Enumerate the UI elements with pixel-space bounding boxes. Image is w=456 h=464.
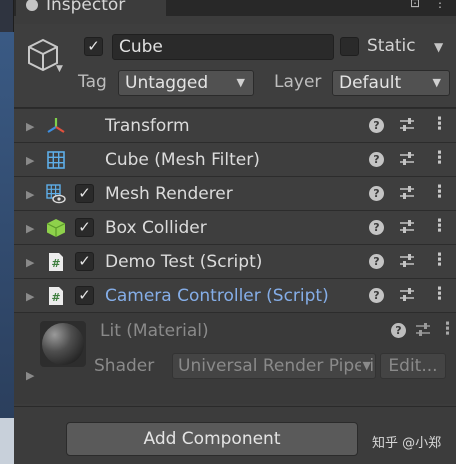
info-icon <box>26 0 38 11</box>
component-box-collider[interactable]: ▶ ✓ Box Collider ? ⋮ <box>14 210 456 244</box>
help-icon[interactable]: ? <box>369 186 384 201</box>
shader-value: Universal Render Pipeline/Lit <box>178 356 375 376</box>
preset-sliders-icon[interactable] <box>398 286 416 304</box>
active-checkbox[interactable]: ✓ <box>84 37 103 56</box>
tag-dropdown[interactable]: Untagged ▼ <box>118 70 254 96</box>
preset-sliders-icon[interactable] <box>398 252 416 270</box>
static-checkbox[interactable] <box>340 37 359 56</box>
chevron-down-icon: ▼ <box>236 76 245 89</box>
tab-tools: ⊡ ⋮ <box>410 0 456 10</box>
mesh-renderer-icon <box>46 184 66 204</box>
help-icon[interactable]: ? <box>369 288 384 303</box>
help-icon[interactable]: ? <box>391 323 406 338</box>
layer-dropdown[interactable]: Default ▼ <box>332 70 450 96</box>
gameobject-header: ▼ ✓ Cube Static ▼ Tag Untagged ▼ Layer D… <box>14 24 456 108</box>
fold-arrow-icon[interactable]: ▶ <box>26 256 34 269</box>
fold-arrow-icon[interactable]: ▶ <box>26 290 34 303</box>
static-label: Static <box>367 36 416 56</box>
shader-dropdown[interactable]: Universal Render Pipeline/Lit ▼ <box>172 353 376 379</box>
fold-arrow-icon[interactable]: ▶ <box>26 369 34 382</box>
layer-label: Layer <box>274 72 322 92</box>
scene-view-light <box>0 418 14 464</box>
component-label: Camera Controller (Script) <box>105 286 329 306</box>
watermark: 知乎 @小郑 <box>372 436 442 451</box>
inspector-panel: Inspector ⊡ ⋮ ▼ ✓ Cube Static ▼ Tag Unta… <box>14 0 456 464</box>
component-enabled-checkbox[interactable]: ✓ <box>75 218 94 237</box>
scene-view-blue <box>0 32 14 418</box>
gameobject-name-input[interactable]: Cube <box>112 34 334 60</box>
component-demo-test[interactable]: ▶ # ✓ Demo Test (Script) ? ⋮ <box>14 244 456 278</box>
preset-sliders-icon[interactable] <box>398 184 416 202</box>
transform-icon <box>47 118 65 133</box>
fold-arrow-icon[interactable]: ▶ <box>26 188 34 201</box>
preset-sliders-icon[interactable] <box>398 218 416 236</box>
component-label: Cube (Mesh Filter) <box>105 150 260 170</box>
chevron-down-icon: ▼ <box>360 354 371 378</box>
fold-arrow-icon[interactable]: ▶ <box>26 222 34 235</box>
component-enabled-checkbox[interactable]: ✓ <box>75 286 94 305</box>
icon-dropdown-icon[interactable]: ▼ <box>56 64 63 74</box>
context-menu-icon[interactable]: ⋮ <box>431 250 448 270</box>
help-icon[interactable]: ? <box>369 254 384 269</box>
context-menu-icon[interactable]: ⋮ <box>431 148 448 168</box>
script-icon: # <box>49 253 63 271</box>
tab-label: Inspector <box>46 0 126 15</box>
component-transform[interactable]: ▶ Transform ? ⋮ <box>14 108 456 142</box>
component-enabled-checkbox[interactable]: ✓ <box>75 252 94 271</box>
svg-text:#: # <box>51 291 60 304</box>
help-icon[interactable]: ? <box>369 118 384 133</box>
component-label: Demo Test (Script) <box>105 252 263 272</box>
add-component-button[interactable]: Add Component <box>66 422 358 456</box>
component-label: Transform <box>105 116 190 136</box>
component-enabled-checkbox[interactable]: ✓ <box>75 184 94 203</box>
shader-edit-button[interactable]: Edit... <box>380 353 446 379</box>
script-icon: # <box>49 287 63 305</box>
context-menu-icon[interactable]: ⋮ <box>431 284 448 304</box>
fold-arrow-icon[interactable]: ▶ <box>26 120 34 133</box>
material-title: Lit (Material) <box>100 321 209 341</box>
static-dropdown-icon[interactable]: ▼ <box>434 40 443 54</box>
context-menu-icon[interactable]: ⋮ <box>439 319 456 339</box>
material-preview <box>40 321 86 367</box>
chevron-down-icon: ▼ <box>432 76 441 89</box>
scene-view-edge <box>0 0 14 464</box>
component-camera-controller[interactable]: ▶ # ✓ Camera Controller (Script) ? ⋮ <box>14 278 456 312</box>
box-collider-icon <box>46 219 66 237</box>
mesh-filter-icon <box>47 151 65 169</box>
material-section: Lit (Material) ▶ ? ⋮ Shader Universal Re… <box>14 312 456 404</box>
divider <box>14 406 456 407</box>
context-menu-icon[interactable]: ⋮ <box>431 216 448 236</box>
svg-text:#: # <box>51 257 60 270</box>
layer-value: Default <box>339 73 402 93</box>
preset-sliders-icon[interactable] <box>414 321 432 339</box>
tab-menu-icon[interactable]: ⋮ <box>434 0 446 10</box>
tab-bar: Inspector ⊡ ⋮ <box>14 0 456 16</box>
context-menu-icon[interactable]: ⋮ <box>431 182 448 202</box>
component-mesh-renderer[interactable]: ▶ ✓ Mesh Renderer ? ⋮ <box>14 176 456 210</box>
fold-arrow-icon[interactable]: ▶ <box>26 154 34 167</box>
tag-value: Untagged <box>125 73 209 93</box>
preset-sliders-icon[interactable] <box>398 116 416 134</box>
lock-icon[interactable]: ⊡ <box>410 0 420 10</box>
help-icon[interactable]: ? <box>369 220 384 235</box>
component-label: Mesh Renderer <box>105 184 233 204</box>
preset-sliders-icon[interactable] <box>398 150 416 168</box>
help-icon[interactable]: ? <box>369 152 384 167</box>
component-label: Box Collider <box>105 218 207 238</box>
context-menu-icon[interactable]: ⋮ <box>431 114 448 134</box>
component-mesh-filter[interactable]: ▶ Cube (Mesh Filter) ? ⋮ <box>14 142 456 176</box>
tag-label: Tag <box>78 72 107 92</box>
material-sphere-icon <box>42 323 84 365</box>
tab-inspector[interactable]: Inspector <box>16 0 166 16</box>
shader-label: Shader <box>94 356 155 376</box>
